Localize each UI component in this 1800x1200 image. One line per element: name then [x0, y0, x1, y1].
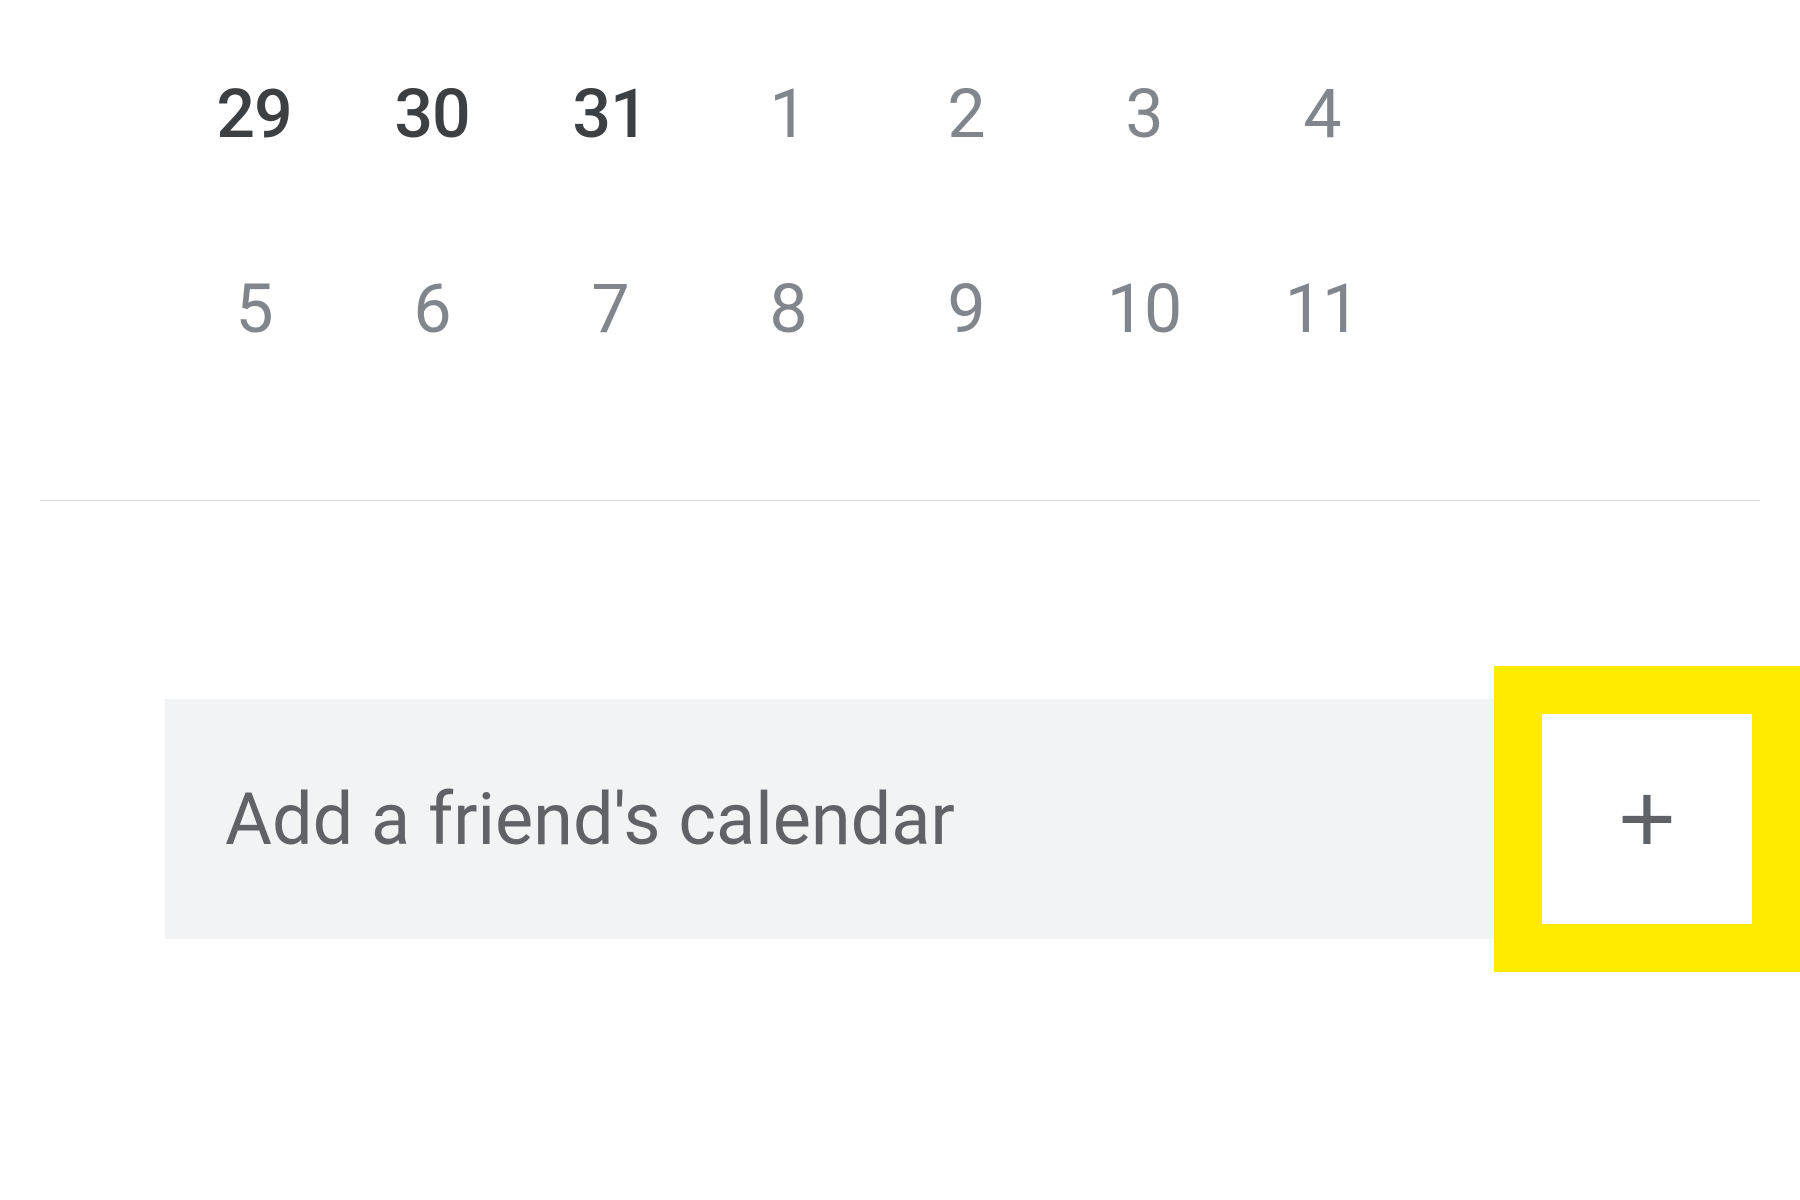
day-number: 3 — [1125, 74, 1162, 154]
calendar-day-cell[interactable]: 10 — [1055, 245, 1233, 440]
calendar-day-cell[interactable]: 8 — [699, 245, 877, 440]
day-number: 8 — [769, 269, 806, 349]
day-number: 10 — [1107, 269, 1181, 349]
calendar-day-cell[interactable]: 29 — [165, 50, 343, 245]
calendar-day-cell[interactable]: 7 — [521, 245, 699, 440]
mini-calendar: 29 30 31 1 2 3 4 5 6 7 8 — [0, 0, 1800, 440]
calendar-day-cell[interactable]: 5 — [165, 245, 343, 440]
calendar-day-cell[interactable]: 3 — [1055, 50, 1233, 245]
add-friend-calendar-input[interactable] — [165, 699, 1494, 939]
calendar-day-cell[interactable]: 6 — [343, 245, 521, 440]
plus-icon: + — [1618, 769, 1676, 869]
calendar-day-cell[interactable]: 11 — [1233, 245, 1411, 440]
calendar-day-cell[interactable]: 4 — [1233, 50, 1411, 245]
calendar-day-cell[interactable]: 1 — [699, 50, 877, 245]
add-button-highlight: + — [1494, 666, 1800, 972]
calendar-day-cell[interactable]: 31 — [521, 50, 699, 245]
day-number: 30 — [394, 74, 469, 154]
calendar-day-cell[interactable]: 2 — [877, 50, 1055, 245]
day-number: 31 — [572, 74, 647, 154]
calendar-row: 5 6 7 8 9 10 11 — [0, 245, 1800, 440]
section-divider — [40, 500, 1760, 501]
day-number: 1 — [769, 74, 806, 154]
calendar-row: 29 30 31 1 2 3 4 — [0, 50, 1800, 245]
day-number: 7 — [591, 269, 628, 349]
day-number: 5 — [235, 269, 272, 349]
day-number: 2 — [947, 74, 984, 154]
day-number: 29 — [216, 74, 291, 154]
day-number: 11 — [1285, 269, 1359, 349]
add-calendar-button[interactable]: + — [1542, 714, 1752, 924]
day-number: 9 — [947, 269, 984, 349]
day-number: 6 — [413, 269, 450, 349]
calendar-day-cell[interactable]: 30 — [343, 50, 521, 245]
day-number: 4 — [1303, 74, 1340, 154]
add-calendar-section: + — [0, 666, 1800, 972]
calendar-day-cell[interactable]: 9 — [877, 245, 1055, 440]
